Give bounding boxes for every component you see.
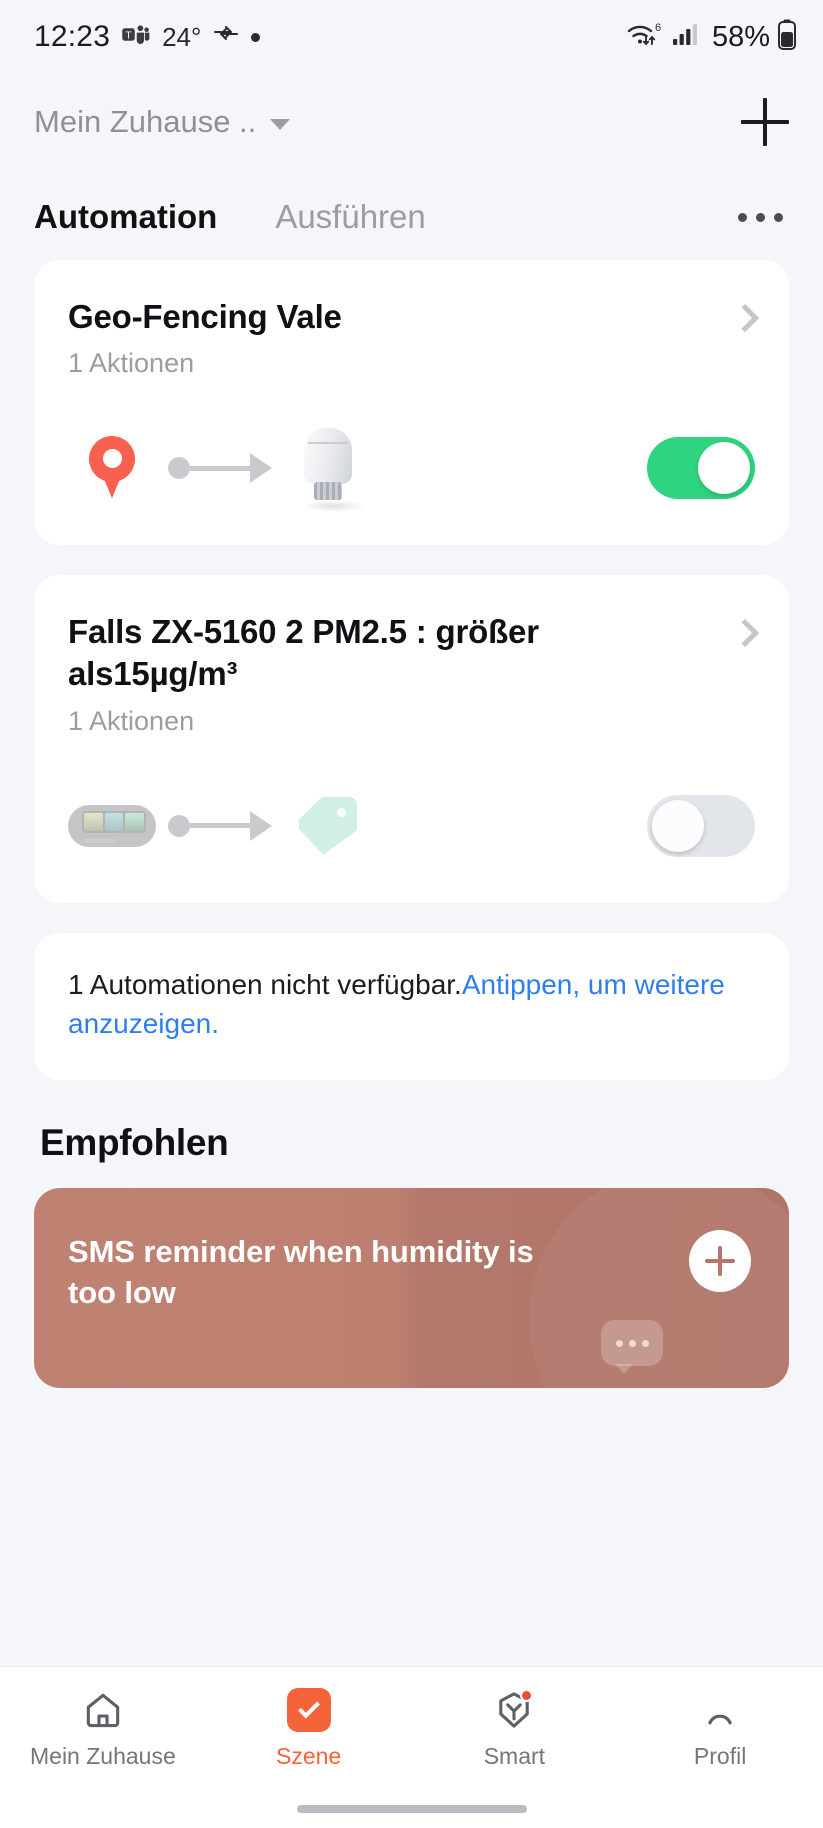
home-icon (81, 1688, 125, 1732)
nav-item-szene[interactable]: Szene (206, 1687, 412, 1770)
nav-item-mein-zuhause[interactable]: Mein Zuhause (0, 1688, 206, 1770)
recommended-card[interactable]: SMS reminder when humidity is too low (34, 1188, 789, 1389)
trigger-icon-slot (68, 436, 156, 500)
arrow-right-connector-icon (168, 810, 272, 841)
automation-card-geo-fencing[interactable]: Geo-Fencing Vale 1 Aktionen (34, 260, 789, 546)
notice-text: 1 Automationen nicht verfügbar. (68, 968, 462, 1000)
content-scroll[interactable]: Geo-Fencing Vale 1 Aktionen Falls ZX-516… (0, 260, 823, 1666)
add-button[interactable] (737, 94, 793, 150)
automation-subtitle: 1 Aktionen (68, 705, 195, 736)
tag-icon (299, 796, 357, 855)
notification-dot-icon (251, 32, 261, 42)
automation-flow-row (68, 425, 755, 513)
app-bar: Mein Zuhause .. (0, 74, 823, 170)
notification-badge (520, 1688, 534, 1702)
status-bar: 12:23 T 24° 6 58% (0, 0, 823, 74)
automation-title: Geo-Fencing Vale (68, 298, 342, 335)
chevron-right-icon[interactable] (730, 619, 760, 648)
automation-title: Falls ZX-5160 2 PM2.5 : größer als15µg/m… (68, 613, 539, 693)
chevron-down-icon (270, 118, 291, 130)
home-name-label: Mein Zuhause .. (34, 104, 257, 139)
location-pin-icon (89, 436, 135, 500)
bottom-navigation: Mein Zuhause Szene Smart Profil (0, 1666, 823, 1790)
microsoft-teams-icon: T (121, 22, 151, 52)
automation-subtitle: 1 Aktionen (68, 348, 195, 379)
profile-person-icon (698, 1688, 742, 1732)
action-icon-slot (284, 426, 372, 513)
cellular-signal-icon (671, 21, 701, 54)
speech-bubble-icon (601, 1320, 663, 1375)
toggle-knob (652, 799, 704, 852)
card-header: Falls ZX-5160 2 PM2.5 : größer als15µg/m… (68, 611, 760, 736)
status-bar-right: 6 58% (626, 19, 797, 56)
recommended-heading: Empfohlen (40, 1122, 229, 1164)
chevron-right-icon[interactable] (730, 303, 760, 333)
kebab-menu-icon[interactable] (728, 203, 793, 232)
battery-percent: 58% (711, 20, 770, 53)
app-screen: 12:23 T 24° 6 58% Mein Zuhause .. Automa… (0, 0, 823, 1828)
tab-bar: Automation Ausführen (0, 170, 823, 260)
automation-toggle-pm25[interactable] (647, 794, 755, 857)
tab-ausfuehren[interactable]: Ausführen (275, 198, 425, 236)
nav-item-profil[interactable]: Profil (617, 1688, 823, 1770)
nav-item-smart[interactable]: Smart (412, 1688, 618, 1770)
home-selector[interactable]: Mein Zuhause .. (34, 104, 291, 140)
tab-automation[interactable]: Automation (34, 198, 217, 236)
nav-label: Profil (693, 1742, 747, 1769)
toggle-knob (698, 442, 750, 495)
data-transfer-arrows-icon (212, 23, 240, 52)
nav-label: Smart (483, 1742, 546, 1769)
action-icon-slot (284, 796, 372, 855)
smart-shield-icon (492, 1688, 536, 1732)
card-header: Geo-Fencing Vale 1 Aktionen (68, 296, 760, 379)
thermostat-valve-icon (298, 426, 366, 513)
battery-icon (777, 19, 797, 56)
home-gesture-bar[interactable] (0, 1790, 823, 1828)
unavailable-automations-notice[interactable]: 1 Automationen nicht verfügbar.Antippen,… (34, 932, 789, 1081)
automation-flow-row (68, 783, 755, 869)
add-recommendation-button[interactable] (689, 1230, 751, 1293)
scene-checkbox-icon (286, 1687, 331, 1732)
nav-label: Mein Zuhause (30, 1742, 176, 1769)
air-quality-monitor-icon (68, 804, 156, 847)
trigger-icon-slot (68, 804, 156, 847)
status-temperature: 24° (162, 21, 202, 52)
automation-card-pm25[interactable]: Falls ZX-5160 2 PM2.5 : größer als15µg/m… (34, 575, 789, 903)
arrow-right-connector-icon (168, 453, 272, 484)
status-bar-left: 12:23 T 24° (34, 20, 261, 54)
automation-toggle-geo-fencing[interactable] (647, 437, 755, 500)
recommended-card-title: SMS reminder when humidity is too low (68, 1234, 534, 1310)
status-time: 12:23 (34, 20, 111, 53)
svg-text:6: 6 (655, 22, 661, 34)
svg-text:T: T (126, 30, 132, 41)
wifi-6-icon: 6 (626, 20, 664, 55)
nav-label: Szene (276, 1742, 342, 1769)
